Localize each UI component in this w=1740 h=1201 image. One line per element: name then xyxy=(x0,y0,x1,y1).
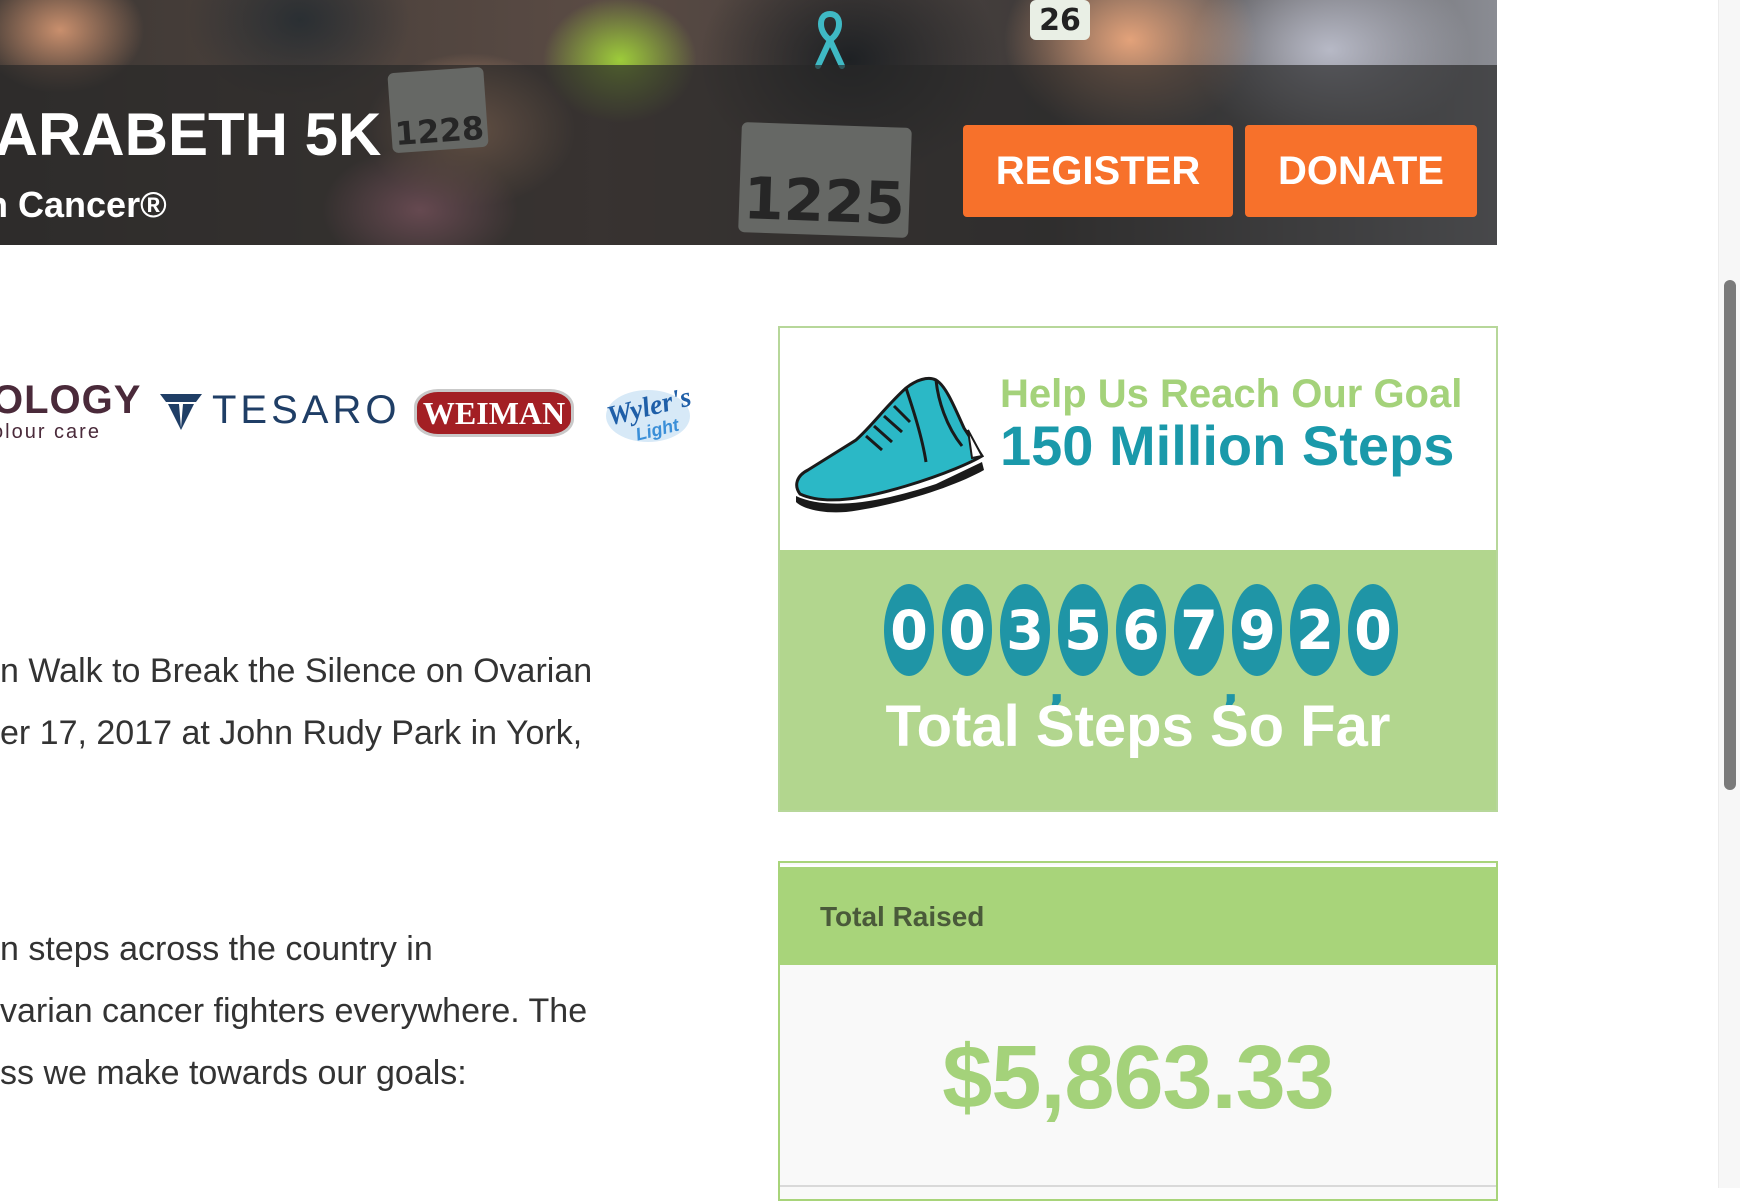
counter-digit: 0 xyxy=(1348,584,1398,676)
total-raised-label: Total Raised xyxy=(820,901,985,932)
text-line: n Walk to Break the Silence on Ovarian xyxy=(0,652,593,690)
sponsor-logo-wylers[interactable]: Wyler's Light xyxy=(602,376,694,452)
text-line: ss we make towards our goals: xyxy=(0,1054,467,1092)
donate-button[interactable]: DONATE xyxy=(1245,125,1477,217)
sponsor-logo-text: TESARO xyxy=(212,388,401,432)
steps-counter: 0 0 3 , 5 6 7 , 9 2 0 xyxy=(884,582,1406,714)
vertical-scrollbar[interactable] xyxy=(1718,0,1740,1188)
sponsor-logo-tesaro[interactable]: TESARO xyxy=(160,388,400,432)
text-line: varian cancer fighters everywhere. The xyxy=(0,992,588,1030)
total-steps-label: Total Steps So Far xyxy=(885,694,1391,759)
sponsor-logo-weiman[interactable]: WEIMAN xyxy=(414,389,574,437)
sponsor-logo-tagline: olour care xyxy=(0,421,101,443)
sneaker-icon xyxy=(795,376,985,513)
text-line: n steps across the country in xyxy=(0,930,433,968)
counter-digit: 2 xyxy=(1290,584,1340,676)
hero-banner: 1228 1225 26 LARABETH 5K an Cancer® REGI… xyxy=(0,0,1497,245)
event-title: LARABETH 5K xyxy=(0,101,382,168)
counter-digit: 0 xyxy=(884,584,934,676)
goal-target: 150 Million Steps xyxy=(1000,414,1455,477)
counter-digit: 3 xyxy=(1000,584,1050,676)
total-raised-amount: $5,863.33 xyxy=(942,1028,1334,1128)
counter-digit: 5 xyxy=(1058,584,1108,676)
steps-goal-widget: Help Us Reach Our Goal 150 Million Steps… xyxy=(778,326,1498,812)
race-bib: 26 xyxy=(1030,0,1090,40)
divider xyxy=(780,1185,1496,1187)
scrollbar-thumb[interactable] xyxy=(1724,280,1736,790)
counter-digit: 7 xyxy=(1174,584,1224,676)
register-button[interactable]: REGISTER xyxy=(963,125,1233,217)
tesaro-mark-icon xyxy=(160,394,202,430)
counter-digit: 6 xyxy=(1116,584,1166,676)
sponsor-logo-text: WEIMAN xyxy=(422,394,566,431)
counter-digit: 9 xyxy=(1232,584,1282,676)
steps-goal-header: Help Us Reach Our Goal 150 Million Steps xyxy=(780,328,1496,550)
event-subtitle: an Cancer® xyxy=(0,184,167,225)
sponsor-logo-text: OLOGY xyxy=(0,378,142,422)
text-line: er 17, 2017 at John Rudy Park in York, xyxy=(0,714,583,752)
total-raised-widget: Total Raised $5,863.33 xyxy=(778,861,1498,1201)
total-raised-header: Total Raised xyxy=(780,865,1496,965)
sponsor-logo-ology[interactable]: OLOGY olour care xyxy=(0,380,141,442)
counter-digit: 0 xyxy=(942,584,992,676)
steps-counter-panel: 0 0 3 , 5 6 7 , 9 2 0 Total Steps So Far xyxy=(780,550,1496,810)
steps-description: n steps across the country in varian can… xyxy=(0,918,587,1104)
event-description: n Walk to Break the Silence on Ovarian e… xyxy=(0,640,592,764)
awareness-ribbon-icon xyxy=(815,10,845,69)
goal-heading: Help Us Reach Our Goal xyxy=(1000,372,1463,416)
